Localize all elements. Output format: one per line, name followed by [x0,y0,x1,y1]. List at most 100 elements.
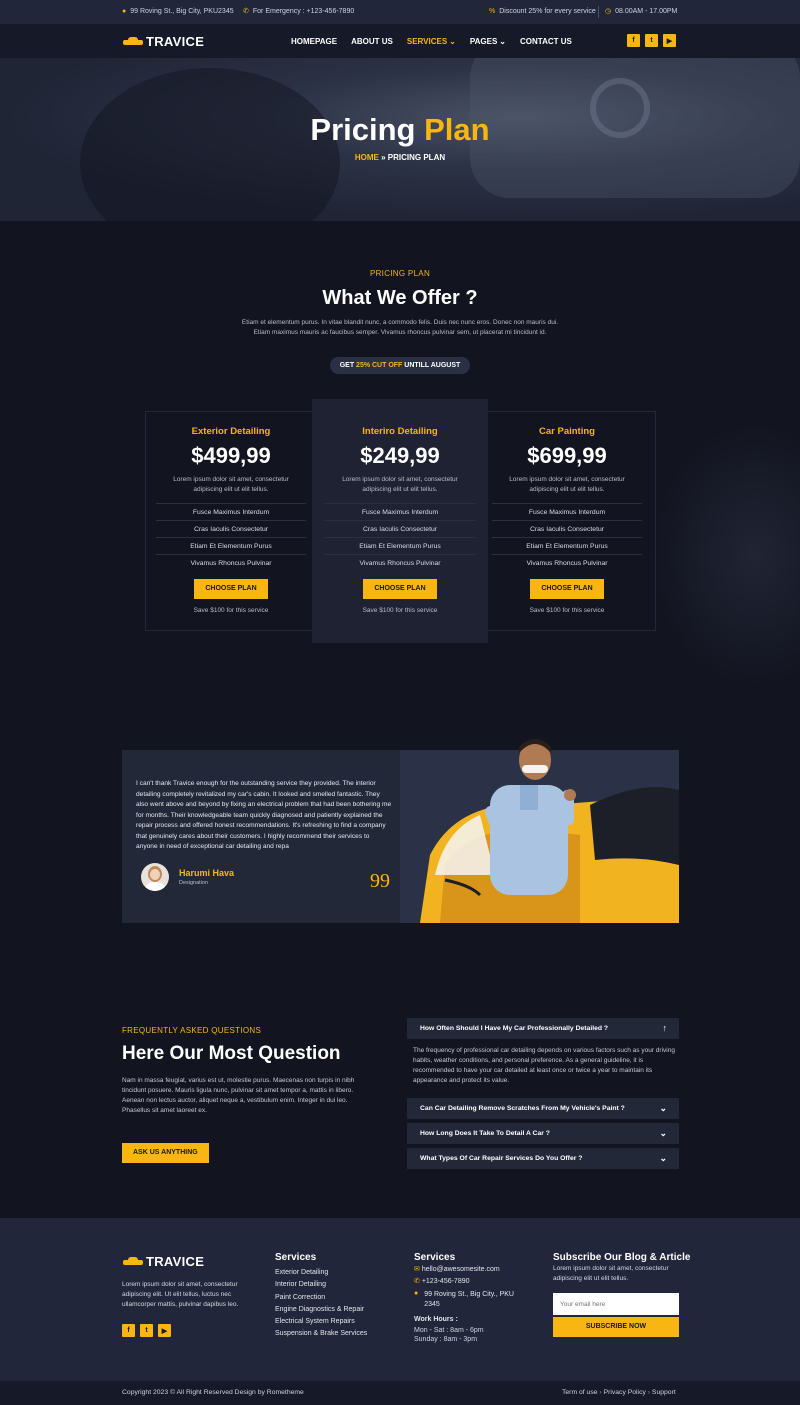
address-text: 99 Roving St., Big City, PKU2345 [130,8,234,15]
plan-feature: Vivamus Rhoncus Pulvinar [156,554,306,571]
subscribe-button[interactable]: SUBSCRIBE NOW [553,1317,679,1337]
arrow-up-icon: ↑ [662,1023,668,1033]
nav-item-pages[interactable]: PAGES ⌄ [470,37,506,46]
plan-description: Lorem ipsum dolor sit amet, consectetur … [156,475,306,495]
faq-question[interactable]: What Types Of Car Repair Services Do You… [407,1148,679,1169]
page-hero: Pricing Plan HOME » PRICING PLAN [0,58,800,221]
nav-pages-label: PAGES [469,37,498,46]
footer-address-row: ● 99 Roving St., Big City., PKU 2345 [414,1290,529,1310]
footer-logo[interactable]: TRAVICE [123,1254,204,1269]
emergency-info: ✆ For Emergency : +123-456-7890 [243,8,354,15]
faq-question[interactable]: How Long Does It Take To Detail A Car ? … [407,1123,679,1144]
car-logo-icon [123,1257,143,1266]
pricing-card-interior: Interiro Detailing $249,99 Lorem ipsum d… [325,426,475,614]
footer-service-link[interactable]: Paint Correction [275,1294,367,1306]
facebook-icon[interactable]: f [122,1324,135,1337]
twitter-icon[interactable]: t [140,1324,153,1337]
youtube-icon[interactable]: ▶ [158,1324,171,1337]
plan-features: Fusce Maximus Interdum Cras Iaculis Cons… [492,503,642,571]
nav-item-contact-us[interactable]: CONTACT US [520,37,572,46]
top-info-bar: ● 99 Roving St., Big City, PKU2345 ✆ For… [0,0,800,24]
mail-icon: ✉ [414,1266,420,1273]
breadcrumb-home[interactable]: HOME [355,153,379,162]
page-title-yellow: Plan [424,112,490,147]
quote-mark-icon: 99 [370,870,390,892]
location-pin-icon: ● [122,8,127,15]
plan-price: $699,99 [527,443,607,468]
plan-desc-line2: adipiscing elit ut elit tellus. [193,486,269,493]
footer-contact: ✉ hello@awesomesite.com ✆ +123-456-7890 … [414,1266,529,1343]
work-hours-title: Work Hours : [414,1316,458,1323]
chevron-down-icon: ⌄ [659,1153,667,1163]
footer-phone[interactable]: +123-456-7890 [422,1278,470,1285]
plan-feature: Etiam Et Elementum Purus [156,537,306,554]
pricing-desc-line1: Etiam et elementum purus. In vitae bland… [241,319,559,326]
testimonial-quote: I can't thank Travice enough for the out… [136,780,392,850]
address-info: ● 99 Roving St., Big City, PKU2345 [122,8,234,15]
pricing-card-painting: Car Painting $699,99 Lorem ipsum dolor s… [492,426,642,614]
faq-subtitle: FREQUENTLY ASKED QUESTIONS [122,1026,262,1035]
choose-plan-button[interactable]: CHOOSE PLAN [194,579,268,599]
footer-service-link[interactable]: Engine Diagnostics & Repair [275,1306,367,1318]
plan-desc-line2: adipiscing elit ut elit tellus. [362,486,438,493]
footer-service-link[interactable]: Suspension & Brake Services [275,1330,367,1342]
chevron-down-icon: ⌄ [659,1103,667,1113]
footer-bottom-bar: Copyright 2023 © All Right Reserved Desi… [0,1381,800,1405]
footer-logo-text: TRAVICE [146,1254,205,1269]
faq-button-wrap: ASK US ANYTHING [122,1141,209,1163]
youtube-icon[interactable]: ▶ [663,34,676,47]
faq-question-text: How Often Should I Have My Car Professio… [420,1025,609,1032]
footer-services-list: Exterior Detailing Interior Detailing Pa… [275,1269,367,1343]
subscribe-email-input[interactable] [553,1293,679,1315]
plan-features: Fusce Maximus Interdum Cras Iaculis Cons… [325,503,475,571]
footer-email[interactable]: hello@awesomesite.com [422,1266,500,1273]
page-title: Pricing Plan [0,112,800,148]
testimonial-card: I can't thank Travice enough for the out… [122,750,400,923]
term-of-use-link[interactable]: Term of use [562,1389,598,1396]
footer-service-link[interactable]: Exterior Detailing [275,1269,367,1281]
plan-feature: Cras Iaculis Consectetur [325,520,475,537]
subscribe-title: Subscribe Our Blog & Article [553,1252,691,1263]
footer-service-link[interactable]: Electrical System Repairs [275,1318,367,1330]
faq-question-text: How Long Does It Take To Detail A Car ? [420,1130,550,1137]
plan-price: $499,99 [191,443,271,468]
site-footer: TRAVICE Lorem ipsum dolor sit amet, cons… [0,1218,800,1381]
footer-services-title: Services [275,1252,317,1263]
choose-plan-button[interactable]: CHOOSE PLAN [363,579,437,599]
footer-service-link[interactable]: Interior Detailing [275,1281,367,1293]
main-navigation: TRAVICE HOMEPAGE ABOUT US SERVICES ⌄ PAGE… [0,24,800,58]
support-link[interactable]: Support [652,1389,676,1396]
nav-item-services[interactable]: SERVICES ⌄ [407,37,456,46]
site-logo[interactable]: TRAVICE [123,34,204,49]
faq-question-open[interactable]: How Often Should I Have My Car Professio… [407,1018,679,1039]
subscribe-description: Lorem ipsum dolor sit amet, consectetur … [553,1265,669,1282]
plan-feature: Vivamus Rhoncus Pulvinar [492,554,642,571]
faq-question-text: Can Car Detailing Remove Scratches From … [420,1105,625,1112]
nav-social-links: f t ▶ [627,34,676,47]
pricing-title: What We Offer ? [322,287,478,309]
faq-answer: The frequency of professional car detail… [413,1047,675,1084]
percent-icon: % [489,8,496,15]
promo-pill: GET 25% CUT OFF UNTILL AUGUST [330,357,470,374]
nav-item-homepage[interactable]: HOMEPAGE [291,37,337,46]
plan-desc-line1: Lorem ipsum dolor sit amet, consectetur [509,476,625,483]
discount-text: Discount 25% for every service [499,8,596,15]
faq-question[interactable]: Can Car Detailing Remove Scratches From … [407,1098,679,1119]
nav-item-about-us[interactable]: ABOUT US [351,37,393,46]
breadcrumb: HOME » PRICING PLAN [0,153,800,162]
plan-feature: Fusce Maximus Interdum [492,503,642,520]
choose-plan-button[interactable]: CHOOSE PLAN [530,579,604,599]
privacy-policy-link[interactable]: Privacy Policy [604,1389,646,1396]
plan-feature: Etiam Et Elementum Purus [492,537,642,554]
twitter-icon[interactable]: t [645,34,658,47]
plan-desc-line1: Lorem ipsum dolor sit amet, consectetur [342,476,458,483]
ask-us-anything-button[interactable]: ASK US ANYTHING [122,1143,209,1163]
hours-text: 08.00AM - 17.00PM [615,8,678,15]
facebook-icon[interactable]: f [627,34,640,47]
nav-services-label: SERVICES [406,37,448,46]
nav-menu: HOMEPAGE ABOUT US SERVICES ⌄ PAGES ⌄ CONTA… [291,37,586,46]
plan-price: $249,99 [360,443,440,468]
plan-save-note: Save $100 for this service [529,607,605,614]
footer-phone-row: ✆ +123-456-7890 [414,1278,529,1290]
promo-cutoff: 25% CUT OFF [356,362,403,369]
